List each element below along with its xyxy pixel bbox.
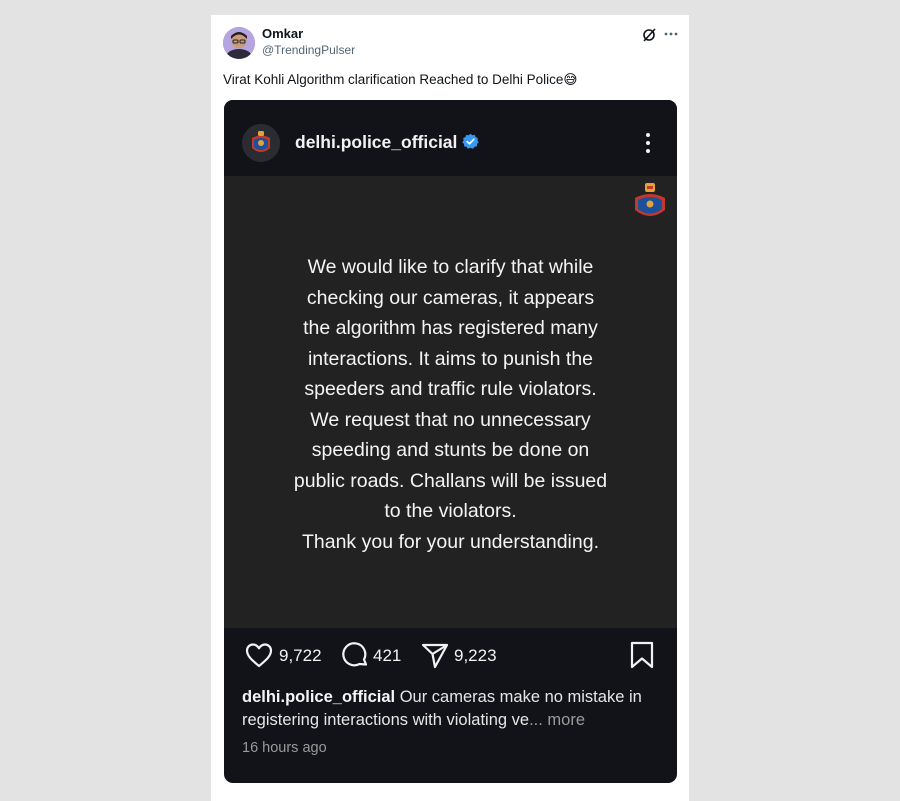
- post-line: checking our cameras, it appears: [306, 286, 595, 309]
- caption-text: registering interactions with violating …: [242, 711, 530, 729]
- author-name[interactable]: Omkar: [262, 26, 303, 41]
- caption: delhi.police_official Our cameras make n…: [242, 686, 667, 732]
- ig-avatar[interactable]: [242, 124, 280, 162]
- like-count[interactable]: 9,722: [279, 646, 322, 666]
- post-line: interactions. It aims to punish the: [307, 347, 594, 370]
- post-line: the algorithm has registered many: [303, 317, 598, 339]
- instagram-post: delhi.police_official We would like to c…: [224, 100, 677, 783]
- comment-count[interactable]: 421: [373, 646, 401, 666]
- grok-icon[interactable]: [641, 27, 657, 43]
- action-bar: 9,722 421 9,223: [224, 640, 677, 680]
- police-emblem-icon: [629, 180, 671, 224]
- post-text: We would like to clarify that while chec…: [224, 252, 677, 557]
- heart-icon[interactable]: [244, 640, 274, 675]
- post-line: Thank you for your understanding.: [301, 530, 599, 553]
- author-handle[interactable]: @TrendingPulser: [262, 43, 355, 57]
- more-link[interactable]: ... more: [529, 711, 585, 729]
- caption-text: Our cameras make no mistake in: [395, 688, 642, 706]
- post-line: We request that no unnecessary: [310, 408, 591, 431]
- author-avatar[interactable]: [223, 27, 255, 59]
- post-timestamp: 16 hours ago: [242, 740, 327, 756]
- ig-username-text[interactable]: delhi.police_official: [295, 132, 457, 152]
- post-line: We would like to clarify that while: [307, 256, 594, 278]
- verified-icon: [462, 133, 480, 150]
- comment-icon[interactable]: [340, 640, 370, 675]
- share-icon[interactable]: [420, 640, 450, 675]
- kebab-icon[interactable]: [638, 130, 658, 156]
- ig-header: delhi.police_official: [224, 100, 677, 176]
- tweet-text: Virat Kohli Algorithm clarification Reac…: [223, 72, 578, 87]
- bookmark-icon[interactable]: [628, 640, 656, 675]
- caption-username[interactable]: delhi.police_official: [242, 688, 395, 706]
- ig-username[interactable]: delhi.police_official: [295, 132, 480, 153]
- post-line: public roads. Challans will be issued: [293, 469, 608, 492]
- share-count[interactable]: 9,223: [454, 646, 497, 666]
- post-line: speeders and traffic rule violators.: [304, 378, 597, 400]
- post-line: speeding and stunts be done on: [311, 439, 590, 461]
- post-line: to the violators.: [384, 500, 517, 522]
- more-icon[interactable]: [663, 26, 679, 42]
- tweet-card: Omkar @TrendingPulser Virat Kohli Algori…: [211, 15, 689, 801]
